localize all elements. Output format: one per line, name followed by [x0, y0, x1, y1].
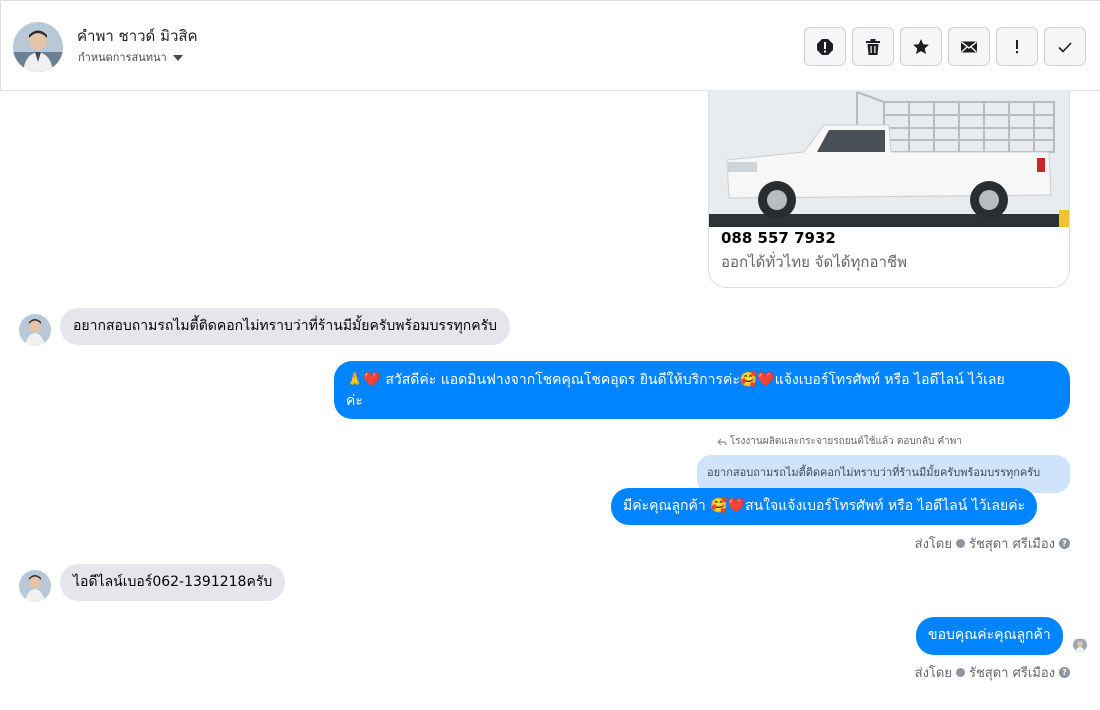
- outgoing-message[interactable]: ขอบคุณค่ะคุณลูกค้า: [916, 617, 1063, 655]
- sent-by-info: ส่งโดย รัชสุดา ศรีเมือง ?: [915, 662, 1070, 683]
- star-icon: [913, 38, 929, 54]
- message-line: 🙏❤️ สวัสดีค่ะ แอดมินฟางจากโชคคุณโชคอุดร …: [346, 372, 1005, 388]
- reply-context-text: โรงงานผลิตและกระจายรถยนต์ใช้แล้ว ตอบกลับ…: [729, 436, 962, 447]
- header-actions: [804, 27, 1086, 66]
- sent-by-info: ส่งโดย รัชสุดา ศรีเมือง ?: [915, 533, 1070, 554]
- reply-arrow-icon: [716, 438, 727, 445]
- attachment-card[interactable]: 088 557 7932 ออกได้ทั่วไทย จัดได้ทุกอาชี…: [708, 90, 1070, 288]
- verified-icon: [955, 539, 965, 548]
- verified-icon: [955, 668, 965, 677]
- envelope-icon: [961, 40, 977, 52]
- sender-avatar[interactable]: [19, 314, 51, 346]
- help-icon[interactable]: ?: [1059, 667, 1070, 678]
- sent-by-name[interactable]: รัชสุดา ศรีเมือง: [969, 662, 1055, 683]
- star-button[interactable]: [900, 27, 942, 66]
- report-icon: [817, 38, 833, 55]
- trash-icon: [866, 38, 880, 55]
- checkmark-icon: [1058, 41, 1072, 53]
- conversation-settings-dropdown[interactable]: กำหนดการสนทนา: [78, 48, 183, 66]
- sent-by-name[interactable]: รัชสุดา ศรีเมือง: [969, 533, 1055, 554]
- card-subtitle: ออกได้ทั่วไทย จัดได้ทุกอาชีพ: [721, 253, 907, 271]
- contact-name[interactable]: คำพา ชาวด์ มิวสิค: [77, 24, 198, 48]
- incoming-message[interactable]: ไอดีไลน์เบอร์062-1391218ครับ: [60, 564, 286, 601]
- exclamation-icon: [1016, 39, 1018, 53]
- contact-avatar[interactable]: [13, 22, 63, 72]
- outgoing-message[interactable]: มีค่ะคุณลูกค้า 🥰❤️สนใจแจ้งเบอร์โทรศัพท์ …: [611, 488, 1038, 525]
- truck-image: [709, 90, 1069, 227]
- message-line: ค่ะ: [346, 393, 363, 409]
- sender-avatar[interactable]: [19, 570, 51, 602]
- outgoing-message[interactable]: 🙏❤️ สวัสดีค่ะ แอดมินฟางจากโชคคุณโชคอุดร …: [334, 361, 1070, 419]
- mark-important-button[interactable]: [996, 27, 1038, 66]
- conversation-settings-label: กำหนดการสนทนา: [78, 51, 167, 64]
- sent-by-label: ส่งโดย: [914, 666, 952, 681]
- reply-context: โรงงานผลิตและกระจายรถยนต์ใช้แล้ว ตอบกลับ…: [716, 434, 962, 449]
- incoming-message[interactable]: อยากสอบถามรถไมตี้ติดคอกไม่ทราบว่าที่ร้าน…: [60, 308, 511, 345]
- help-icon[interactable]: ?: [1059, 538, 1070, 549]
- sent-by-label: ส่งโดย: [914, 537, 952, 552]
- mark-unread-button[interactable]: [948, 27, 990, 66]
- card-title: 088 557 7932: [721, 229, 836, 247]
- seen-receipt-avatar: [1073, 638, 1087, 652]
- conversation-header: คำพา ชาวด์ มิวสิค กำหนดการสนทนา: [0, 0, 1100, 91]
- report-button[interactable]: [804, 27, 846, 66]
- chevron-down-icon: [172, 55, 183, 61]
- mark-done-button[interactable]: [1044, 27, 1086, 66]
- delete-button[interactable]: [852, 27, 894, 66]
